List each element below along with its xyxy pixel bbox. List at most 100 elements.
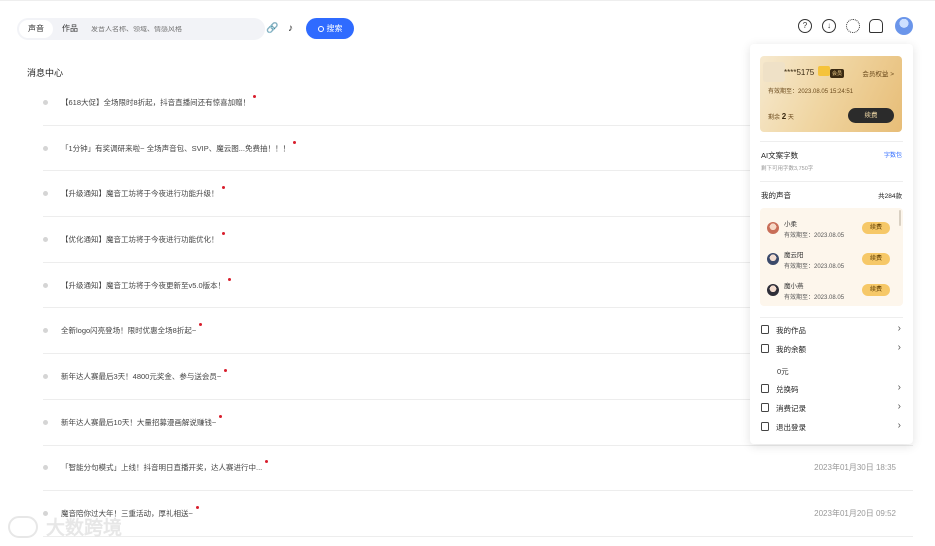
- chevron-right-icon: ›: [897, 342, 901, 353]
- my-voices-count: 共284款: [878, 193, 902, 200]
- user-dropdown-panel: ****5175 会员 会员权益 > 有效期至：2023.08.05 15:24…: [750, 44, 913, 444]
- message-text: 新年达人赛最后3天！4800元奖金、参与送会员~: [61, 371, 222, 381]
- avatar: [767, 284, 779, 296]
- vip-rights-link[interactable]: 会员权益 >: [862, 68, 894, 78]
- ai-words-remaining: 剩下可用字数3,750字: [761, 166, 814, 172]
- voice-name: 魔小燕: [784, 283, 804, 290]
- menu-my-works[interactable]: 我的作品 ›: [760, 322, 903, 338]
- voice-item: 小柔 有效期至：2023.08.05 续费: [760, 212, 896, 242]
- avatar: [767, 222, 779, 234]
- voice-name: 魔云阳: [784, 252, 804, 259]
- vip-remain: 剩余 2 天: [768, 112, 794, 121]
- avatar: [767, 253, 779, 265]
- bullet-icon: [43, 282, 48, 288]
- message-text: 【优化通知】魔音工坊将于今夜进行功能优化！: [61, 234, 219, 244]
- unread-dot-icon: [224, 368, 228, 372]
- my-voices-title: 我的声音: [761, 191, 791, 200]
- menu-label: 退出登录: [776, 423, 806, 432]
- unread-dot-icon: [228, 277, 232, 281]
- account-avatar-blur: [763, 62, 785, 82]
- unread-dot-icon: [195, 506, 199, 510]
- menu-redeem-code[interactable]: 兑换码 ›: [760, 381, 903, 397]
- tab-works[interactable]: 作品: [53, 20, 87, 38]
- vip-badge: 会员: [830, 69, 845, 78]
- ticket-icon: [761, 384, 769, 393]
- search-button-label: 搜索: [326, 24, 343, 33]
- voice-renew-button[interactable]: 续费: [862, 222, 890, 234]
- bullet-icon: [43, 236, 48, 242]
- vip-expire: 有效期至：2023.08.05 15:24:51: [768, 89, 854, 95]
- voice-item: 魔云阳 有效期至：2023.08.05 续费: [760, 243, 896, 273]
- list-item[interactable]: 魔音陪你过大年！三重活动，厚礼相送~ 2023年01月20日 09:52: [43, 491, 913, 537]
- download-icon[interactable]: ↓: [822, 19, 836, 33]
- menu-label: 兑换码: [776, 385, 799, 394]
- account-number: ****5175: [784, 68, 815, 77]
- list-item[interactable]: 「智能分句模式」上线！抖音明日直播开奖，达人赛进行中... 2023年01月30…: [43, 446, 913, 492]
- vip-card: ****5175 会员 会员权益 > 有效期至：2023.08.05 15:24…: [760, 56, 902, 132]
- message-time: 2023年01月20日 09:52: [814, 509, 896, 519]
- bullet-icon: [43, 419, 48, 425]
- bullet-icon: [43, 373, 48, 379]
- message-text: 新年达人赛最后10天！大量招募漫画解说赚钱~: [61, 417, 217, 427]
- unread-dot-icon: [292, 140, 296, 144]
- bullet-icon: [43, 145, 48, 151]
- unread-dot-icon: [265, 460, 269, 464]
- voice-item: 魔小燕 有效期至：2023.08.05 续费: [760, 274, 896, 304]
- unread-dot-icon: [221, 186, 225, 190]
- avatar[interactable]: [895, 17, 913, 35]
- tiktok-icon[interactable]: ♪: [288, 23, 293, 34]
- crown-icon: [818, 66, 830, 76]
- chevron-right-icon: ›: [897, 401, 901, 412]
- watermark: 大数跨境: [8, 513, 122, 540]
- unread-dot-icon: [219, 414, 223, 418]
- logout-icon: [761, 422, 769, 431]
- message-text: 「1分钟」有奖调研来啦~ 全场声音包、SVIP、魔云图...免费抽！！！: [61, 143, 290, 153]
- headset-icon[interactable]: [846, 19, 860, 33]
- balance-value: 0元: [777, 367, 789, 376]
- voice-renew-button[interactable]: 续费: [862, 284, 890, 296]
- divider: [760, 141, 903, 142]
- voice-expire: 有效期至：2023.08.05: [784, 233, 845, 239]
- voice-renew-button[interactable]: 续费: [862, 253, 890, 265]
- bell-icon[interactable]: [869, 19, 883, 33]
- message-time: 2023年01月30日 18:35: [814, 463, 896, 473]
- renew-button[interactable]: 续费: [848, 108, 894, 123]
- unread-dot-icon: [253, 94, 257, 98]
- menu-my-balance[interactable]: 我的余额 ›: [760, 341, 903, 357]
- bullet-icon: [43, 191, 48, 197]
- menu-consumption-records[interactable]: 消费记录 ›: [760, 400, 903, 416]
- chevron-right-icon: ›: [897, 323, 901, 334]
- chevron-right-icon: ›: [897, 420, 901, 431]
- voice-name: 小柔: [784, 221, 797, 228]
- menu-label: 我的余额: [776, 345, 806, 354]
- voice-expire: 有效期至：2023.08.05: [784, 264, 845, 270]
- unread-dot-icon: [199, 323, 203, 327]
- menu-label: 我的作品: [776, 326, 806, 335]
- unread-dot-icon: [221, 231, 225, 235]
- wallet-icon: [761, 344, 769, 353]
- message-text: 「智能分句模式」上线！抖音明日直播开奖，达人赛进行中...: [61, 463, 263, 473]
- document-icon: [761, 325, 769, 334]
- menu-logout[interactable]: 退出登录 ›: [760, 419, 903, 435]
- bullet-icon: [43, 99, 48, 105]
- scrollbar[interactable]: [899, 210, 901, 226]
- divider: [760, 317, 903, 318]
- divider: [760, 181, 903, 182]
- search-button[interactable]: 搜索: [306, 18, 354, 39]
- message-text: 【618大促】全场限时8折起，抖音直播间还有惊喜加赠！: [61, 97, 251, 107]
- search-input[interactable]: [91, 25, 241, 33]
- chevron-right-icon: ›: [897, 382, 901, 393]
- help-icon[interactable]: ?: [798, 19, 812, 33]
- watermark-text: 大数跨境: [46, 518, 123, 539]
- voice-expire: 有效期至：2023.08.05: [784, 295, 845, 301]
- message-text: 【升级通知】魔音工坊将于今夜进行功能升级！: [61, 189, 219, 199]
- search-bar: 声音 作品: [17, 18, 265, 40]
- voice-list: 小柔 有效期至：2023.08.05 续费 魔云阳 有效期至：2023.08.0…: [760, 208, 903, 306]
- watermark-logo-icon: [8, 515, 38, 538]
- menu-label: 消费记录: [776, 404, 806, 413]
- word-pack-link[interactable]: 字数包: [884, 150, 902, 159]
- link-icon[interactable]: 🔗: [266, 23, 278, 34]
- tab-voice[interactable]: 声音: [19, 20, 53, 38]
- search-icon: [317, 25, 324, 32]
- bullet-icon: [43, 328, 48, 334]
